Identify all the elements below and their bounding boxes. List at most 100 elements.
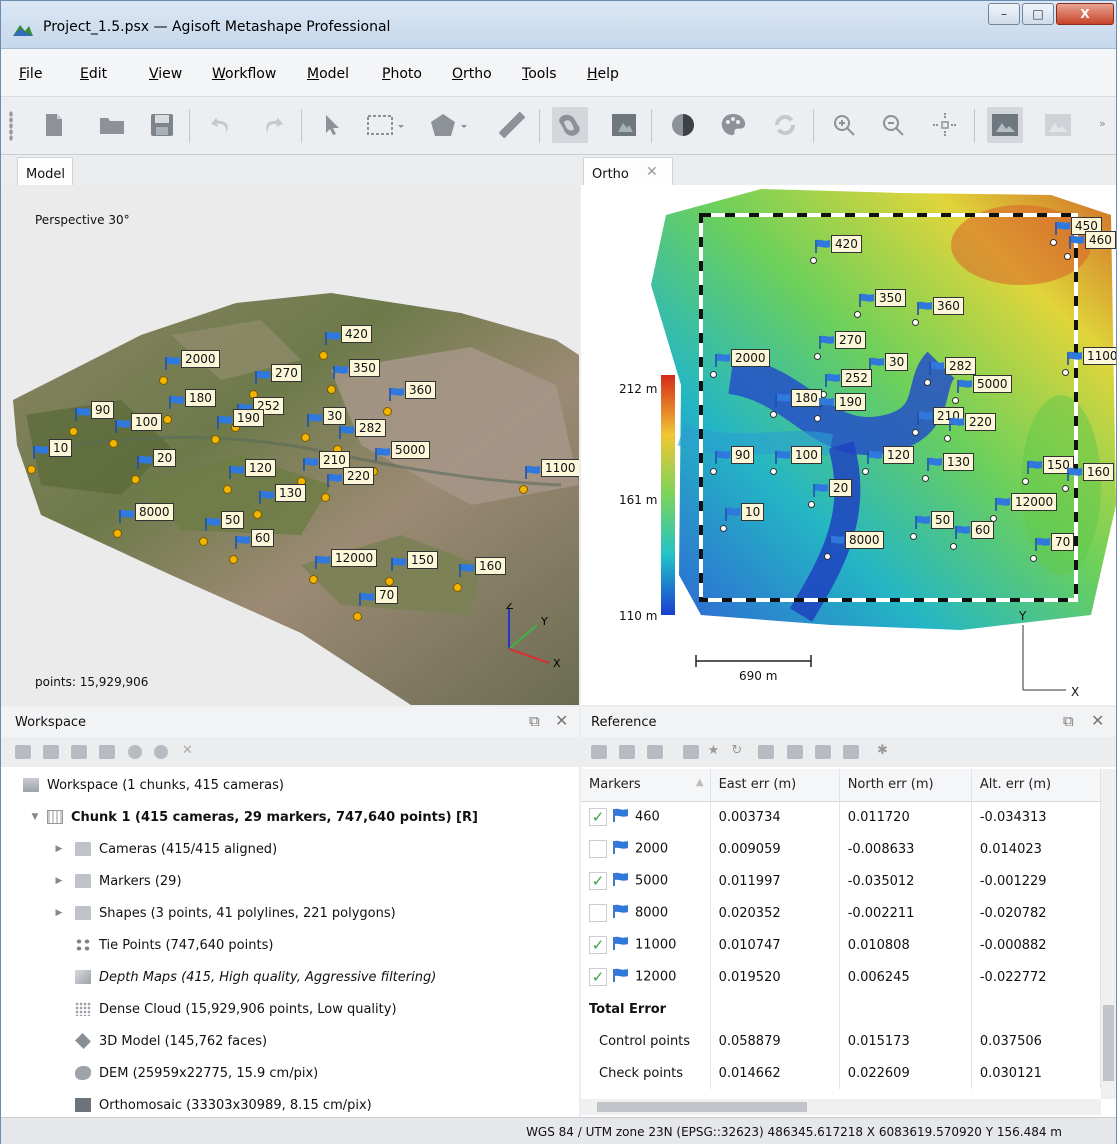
workspace-root[interactable]: Workspace (1 chunks, 415 cameras) — [1, 769, 579, 801]
rect-select-icon[interactable] — [365, 110, 407, 140]
update-icon[interactable]: ↻ — [731, 743, 742, 758]
tree-item-depth-maps[interactable]: Depth Maps (415, High quality, Aggressiv… — [1, 961, 579, 993]
ruler-icon[interactable] — [497, 110, 527, 140]
vertical-scroll-thumb[interactable] — [1103, 1005, 1114, 1081]
menu-tools[interactable]: Tools — [522, 66, 557, 82]
toolbar-overflow-button[interactable]: » — [1099, 117, 1106, 130]
menu-model[interactable]: Model — [307, 66, 349, 82]
horizontal-scroll-thumb[interactable] — [597, 1102, 807, 1112]
disable-icon[interactable] — [153, 745, 168, 759]
settings-icon[interactable]: ✱ — [877, 743, 888, 758]
refresh-icon[interactable] — [770, 110, 800, 140]
marker-row[interactable]: ✓ 460 0.003734 0.011720 -0.034313 — [581, 801, 1102, 833]
menu-file[interactable]: File — [19, 66, 42, 82]
view-errors-icon[interactable] — [814, 745, 831, 759]
view-estimated-icon[interactable] — [786, 745, 803, 759]
col-alt-err[interactable]: Alt. err (m) — [971, 769, 1102, 802]
marker-row[interactable]: 8000 0.020352 -0.002211 -0.020782 — [581, 897, 1102, 929]
tree-item-folder[interactable]: ▶ Shapes (3 points, 41 polylines, 221 pol… — [1, 897, 579, 929]
star-icon[interactable]: ★ — [708, 743, 720, 758]
menu-edit[interactable]: Edit — [80, 66, 107, 82]
contrast-icon[interactable] — [668, 110, 698, 140]
chunk-row[interactable]: ▼ Chunk 1 (415 cameras, 29 markers, 747,… — [1, 801, 579, 833]
tree-item-dem[interactable]: DEM (25959x22775, 15.9 cm/pix) — [1, 1057, 579, 1089]
menu-view[interactable]: View — [149, 66, 182, 82]
menu-workflow[interactable]: Workflow — [212, 66, 276, 82]
remove-icon[interactable]: ✕ — [182, 743, 193, 758]
expand-icon[interactable]: ▶ — [53, 844, 65, 854]
polygon-icon[interactable] — [429, 110, 471, 140]
toolbar-grip[interactable] — [9, 111, 13, 141]
navigation-icon[interactable] — [317, 110, 347, 140]
redo-icon[interactable] — [258, 110, 288, 140]
marker-row[interactable]: ✓ 11000 0.010747 0.010808 -0.000882 — [581, 929, 1102, 961]
palette-icon[interactable] — [718, 110, 748, 140]
menu-photo[interactable]: Photo — [382, 66, 422, 82]
tree-item-folder[interactable]: ▶ Cameras (415/415 aligned) — [1, 833, 579, 865]
marker-checkbox[interactable] — [589, 904, 607, 922]
col-north-err[interactable]: North err (m) — [839, 769, 972, 802]
horizontal-scrollbar[interactable] — [581, 1099, 1101, 1115]
add-folder-icon[interactable] — [71, 745, 88, 759]
zoom-out-icon[interactable] — [878, 110, 908, 140]
undo-icon[interactable] — [206, 110, 236, 140]
open-icon[interactable] — [97, 110, 127, 140]
expand-icon[interactable]: ▶ — [53, 908, 65, 918]
float-pane-icon[interactable]: ⧉ — [529, 712, 540, 730]
save-icon[interactable] — [147, 110, 177, 140]
main-toolbar: » — [1, 97, 1116, 155]
marker-row[interactable]: 2000 0.009059 -0.008633 0.014023 — [581, 833, 1102, 865]
marker-label: 282 — [945, 357, 976, 375]
marker-row[interactable]: ✓ 12000 0.019520 0.006245 -0.022772 — [581, 961, 1102, 993]
view-variance-icon[interactable] — [842, 745, 859, 759]
marker-checkbox[interactable] — [589, 840, 607, 858]
show-ortho-icon[interactable] — [607, 110, 641, 140]
export-icon[interactable] — [619, 745, 636, 759]
enable-icon[interactable] — [127, 745, 142, 759]
zoom-in-icon[interactable] — [829, 110, 859, 140]
import-icon[interactable] — [591, 745, 607, 759]
add-photos-icon[interactable] — [43, 745, 60, 759]
total-row[interactable]: Check points 0.014662 0.022609 0.030121 — [581, 1057, 1102, 1089]
tree-item-model[interactable]: 3D Model (145,762 faces) — [1, 1025, 579, 1057]
tab-ortho-close-icon[interactable]: ✕ — [646, 164, 658, 180]
col-east-err[interactable]: East err (m) — [710, 769, 840, 802]
show-dem-icon[interactable] — [552, 107, 588, 143]
model-viewport[interactable]: Perspective 30° points: 15,929,906 Z Y X… — [1, 185, 579, 705]
close-pane-icon[interactable]: ✕ — [555, 711, 568, 730]
minimize-button[interactable]: – — [988, 3, 1020, 25]
tree-item-tie-points[interactable]: Tie Points (747,640 points) — [1, 929, 579, 961]
tab-ortho[interactable]: Ortho ✕ — [583, 157, 673, 185]
menu-help[interactable]: Help — [587, 66, 619, 82]
tree-item-dense-cloud[interactable]: Dense Cloud (15,929,906 points, Low qual… — [1, 993, 579, 1025]
marker-label: 190 — [233, 409, 264, 427]
add-chunk-icon[interactable] — [15, 745, 31, 759]
tab-model[interactable]: Model — [17, 157, 73, 185]
new-icon[interactable] — [39, 110, 69, 140]
convert-icon[interactable] — [647, 745, 664, 759]
expand-icon[interactable]: ▶ — [53, 876, 65, 886]
marker-row[interactable]: ✓ 5000 0.011997 -0.035012 -0.001229 — [581, 865, 1102, 897]
ortho-viewport[interactable]: 212 m 161 m 110 m 690 m Y X 420 450 460 350… — [581, 185, 1116, 705]
close-pane-icon[interactable]: ✕ — [1091, 711, 1104, 730]
marker-checkbox[interactable]: ✓ — [589, 936, 607, 954]
tree-item-folder[interactable]: ▶ Markers (29) — [1, 865, 579, 897]
show-aligned-icon[interactable] — [1040, 110, 1076, 140]
marker-checkbox[interactable]: ✓ — [589, 808, 607, 827]
show-images-icon[interactable] — [987, 107, 1023, 143]
marker-checkbox[interactable]: ✓ — [589, 968, 607, 986]
view-source-icon[interactable] — [758, 745, 775, 759]
marker-checkbox[interactable]: ✓ — [589, 872, 607, 890]
reset-view-icon[interactable] — [930, 110, 960, 140]
optimize-icon[interactable] — [683, 745, 700, 759]
legend-min: 110 m — [619, 609, 658, 623]
col-markers[interactable]: Markers ▲ — [581, 769, 711, 802]
close-button[interactable]: X — [1056, 3, 1114, 25]
float-pane-icon[interactable]: ⧉ — [1063, 712, 1074, 730]
vertical-scrollbar[interactable] — [1101, 769, 1116, 1099]
chunk-collapse-icon[interactable]: ▼ — [29, 812, 41, 822]
menu-ortho[interactable]: Ortho — [452, 66, 492, 82]
maximize-button[interactable]: □ — [1022, 3, 1054, 25]
remove-items-icon[interactable] — [99, 745, 116, 759]
total-row[interactable]: Control points 0.058879 0.015173 0.037506 — [581, 1025, 1102, 1057]
